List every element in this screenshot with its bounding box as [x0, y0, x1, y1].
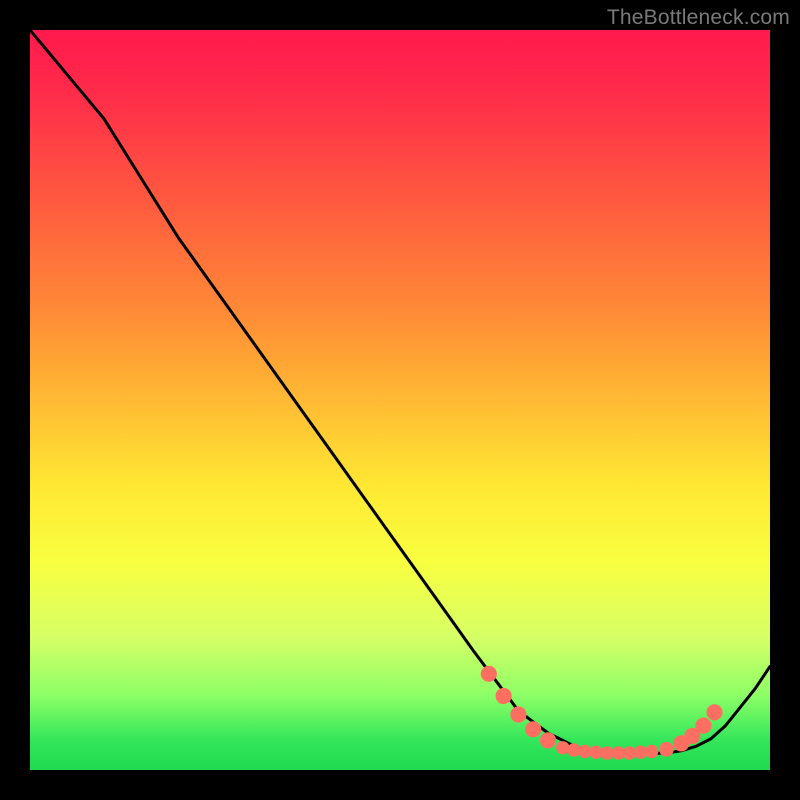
- marker-dot: [695, 718, 711, 734]
- marker-dot: [567, 743, 580, 756]
- marker-dot: [540, 732, 556, 748]
- marker-dot: [659, 742, 674, 757]
- marker-dot: [601, 746, 614, 759]
- marker-dot: [556, 741, 569, 754]
- chart-svg: [30, 30, 770, 770]
- bottleneck-curve: [30, 30, 770, 754]
- marker-dot: [634, 746, 647, 759]
- chart-frame: TheBottleneck.com: [0, 0, 800, 800]
- marker-dot: [684, 728, 700, 744]
- marker-dot: [589, 746, 602, 759]
- marker-dot: [510, 706, 526, 722]
- marker-dot: [623, 746, 636, 759]
- marker-dot: [673, 735, 689, 751]
- marker-dot: [612, 746, 625, 759]
- marker-dot: [496, 688, 512, 704]
- marker-dot: [525, 721, 541, 737]
- markers-group: [481, 666, 723, 760]
- plot-area: [30, 30, 770, 770]
- marker-dot: [481, 666, 497, 682]
- watermark-text: TheBottleneck.com: [607, 6, 790, 30]
- marker-dot: [706, 704, 722, 720]
- marker-dot: [645, 745, 658, 758]
- marker-dot: [578, 745, 591, 758]
